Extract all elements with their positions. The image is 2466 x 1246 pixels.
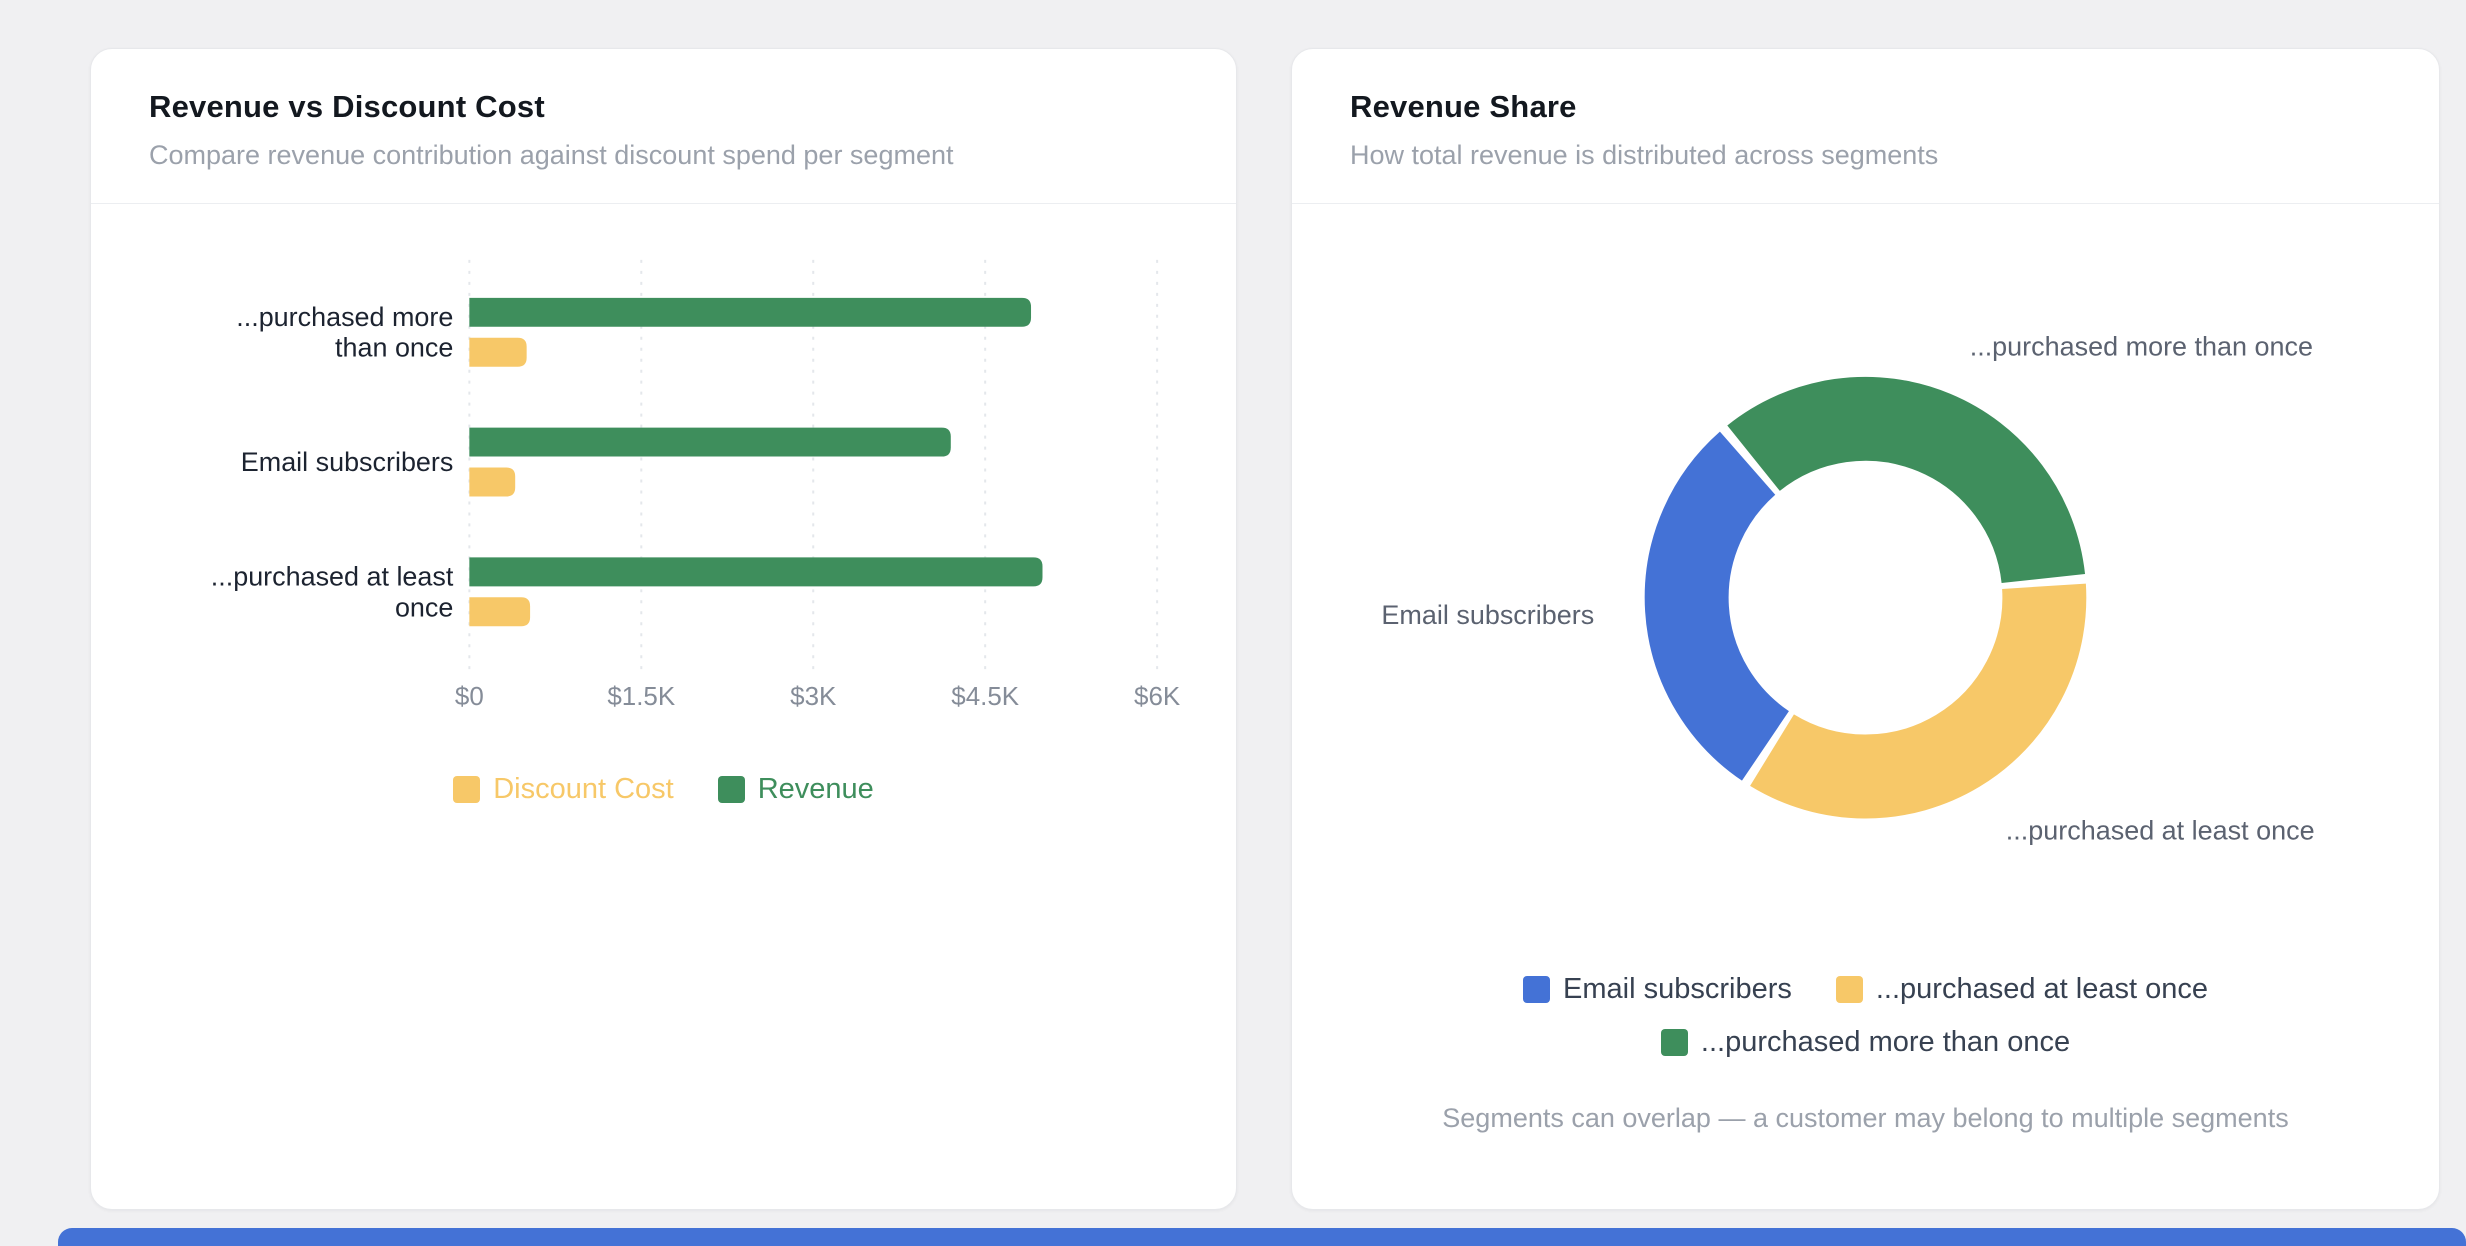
legend-swatch-icon [718,776,745,803]
donut-card-body: ...purchased more than once ...purchased … [1292,204,2439,1209]
bottom-panel-edge [58,1228,2466,1246]
legend-item: Discount Cost [453,773,674,806]
svg-text:$1.5K: $1.5K [607,683,675,711]
bar-card-header: Revenue vs Discount Cost Compare revenue… [91,49,1236,204]
legend-item: Email subscribers [1523,973,1792,1006]
bar-chart-legend: Discount Cost Revenue [453,773,874,806]
legend-item: Revenue [718,773,874,806]
category-label: ...purchased more [236,302,453,332]
revenue-share-card: Revenue Share How total revenue is distr… [1291,48,2440,1210]
category-label: Email subscribers [241,447,454,477]
bar-card-subtitle: Compare revenue contribution against dis… [149,140,1178,171]
donut-segment-label: Email subscribers [1381,600,1594,630]
legend-label: Revenue [758,773,874,806]
category-label: ...purchased at least [211,561,454,591]
revenue-bar[interactable] [469,428,950,457]
discount-bar[interactable] [469,468,515,497]
dashboard-page: Revenue vs Discount Cost Compare revenue… [0,0,2466,1246]
donut-segment[interactable] [1687,463,1766,746]
donut-card-subtitle: How total revenue is distributed across … [1350,140,2381,171]
legend-swatch-icon [453,776,480,803]
donut-chart-legend: Email subscribers ...purchased at least o… [1416,973,2316,1059]
donut-card-title: Revenue Share [1350,89,2381,125]
legend-label: ...purchased at least once [1876,973,2208,1006]
category-label: once [395,592,453,622]
bar-card-title: Revenue vs Discount Cost [149,89,1178,125]
legend-swatch-icon [1836,976,1863,1003]
discount-bar[interactable] [469,338,526,367]
donut-segment-label: ...purchased at least once [2006,815,2315,845]
bar-card-body: $0 $1.5K $3K $4.5K $6K ...purchased morethan … [91,204,1236,1209]
legend-item: ...purchased at least once [1836,973,2208,1006]
svg-text:$3K: $3K [790,683,837,711]
donut-segment[interactable] [1772,586,2044,776]
donut-footnote: Segments can overlap — a customer may be… [1292,1103,2439,1134]
revenue-bar[interactable] [469,557,1042,586]
revenue-vs-discount-card: Revenue vs Discount Cost Compare revenue… [90,48,1237,1210]
donut-segment[interactable] [1754,419,2044,579]
revenue-bar[interactable] [469,298,1031,327]
bar-chart[interactable]: $0 $1.5K $3K $4.5K $6K ...purchased morethan … [91,204,1236,723]
legend-label: ...purchased more than once [1701,1026,2070,1059]
svg-text:$0: $0 [455,683,484,711]
donut-segment-label: ...purchased more than once [1970,332,2313,362]
donut-chart[interactable]: ...purchased more than once ...purchased … [1292,204,2439,883]
legend-label: Email subscribers [1563,973,1792,1006]
svg-text:$6K: $6K [1134,683,1181,711]
legend-item: ...purchased more than once [1661,1026,2070,1059]
donut-card-header: Revenue Share How total revenue is distr… [1292,49,2439,204]
legend-swatch-icon [1523,976,1550,1003]
legend-label: Discount Cost [493,773,674,806]
svg-text:$4.5K: $4.5K [951,683,1019,711]
category-label: than once [335,333,453,363]
legend-swatch-icon [1661,1029,1688,1056]
discount-bar[interactable] [469,597,530,626]
